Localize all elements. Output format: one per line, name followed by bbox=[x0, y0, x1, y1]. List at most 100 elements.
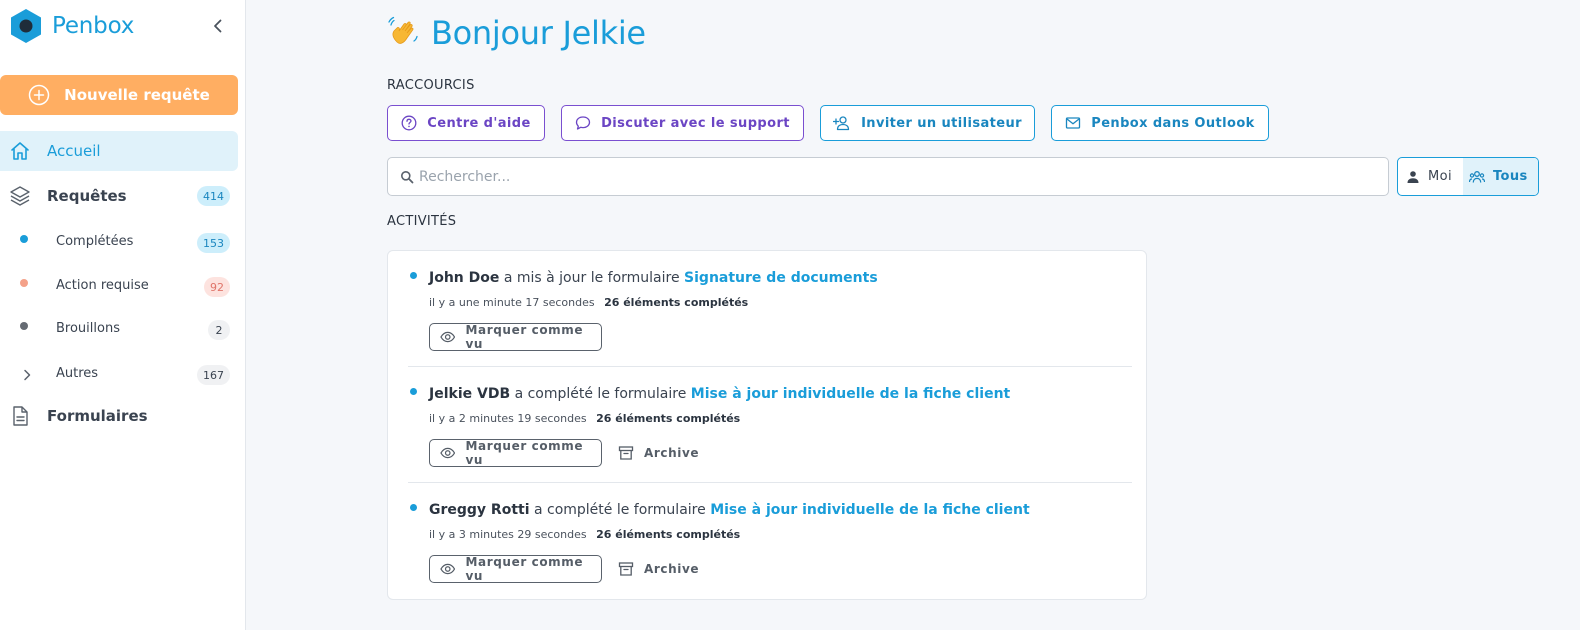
search-bar bbox=[387, 157, 1389, 196]
sidebar-item-forms[interactable]: Formulaires bbox=[0, 398, 238, 434]
activity-time: il y a une minute 17 secondes bbox=[429, 296, 595, 309]
activity-action: a complété le formulaire bbox=[533, 502, 706, 518]
user-icon bbox=[1407, 170, 1419, 183]
activity-text: John Doe a mis à jour le formulaire Sign… bbox=[429, 270, 878, 286]
chevron-left-icon bbox=[214, 19, 222, 33]
activity-item: John Doe a mis à jour le formulaire Sign… bbox=[408, 251, 1132, 367]
activity-meta: il y a 3 minutes 29 secondes 26 éléments… bbox=[429, 528, 740, 541]
plus-circle-icon bbox=[28, 84, 50, 106]
archive-box-icon bbox=[618, 562, 634, 576]
brand[interactable]: Penbox bbox=[9, 8, 134, 44]
waving-hand-icon bbox=[388, 16, 418, 44]
archive-label: Archive bbox=[644, 446, 700, 460]
activity-completed-count: 26 éléments complétés bbox=[604, 296, 749, 309]
new-request-label: Nouvelle requête bbox=[64, 86, 210, 104]
unread-dot bbox=[410, 504, 417, 511]
sidebar-item-others[interactable]: Autres 167 bbox=[0, 361, 238, 389]
activity-text: Jelkie VDB a complété le formulaire Mise… bbox=[429, 386, 1010, 402]
action-required-status-dot bbox=[20, 279, 28, 287]
sidebar-item-label: Complétées bbox=[56, 234, 134, 249]
filter-me-option[interactable]: Moi bbox=[1398, 158, 1463, 195]
sidebar-item-label: Brouillons bbox=[56, 321, 120, 336]
activity-time: il y a 2 minutes 19 secondes bbox=[429, 412, 587, 425]
search-input[interactable] bbox=[419, 158, 1379, 195]
users-group-icon bbox=[1469, 170, 1485, 183]
sidebar: Penbox Nouvelle requête Accueil Requêtes… bbox=[0, 0, 246, 630]
activity-time: il y a 3 minutes 29 secondes bbox=[429, 528, 587, 541]
filter-all-label: Tous bbox=[1493, 169, 1528, 184]
sidebar-item-label: Accueil bbox=[47, 142, 101, 160]
page-title: Bonjour Jelkie bbox=[431, 14, 646, 52]
activity-meta: il y a une minute 17 secondes 26 élément… bbox=[429, 296, 748, 309]
activities-list: John Doe a mis à jour le formulaire Sign… bbox=[387, 250, 1147, 600]
activity-item: Greggy Rotti a complété le formulaire Mi… bbox=[408, 483, 1132, 599]
sidebar-item-drafts[interactable]: Brouillons 2 bbox=[0, 316, 238, 344]
activity-form-link[interactable]: Mise à jour individuelle de la fiche cli… bbox=[710, 502, 1029, 518]
activity-form-link[interactable]: Signature de documents bbox=[684, 270, 878, 286]
activities-heading: ACTIVITÉS bbox=[387, 214, 457, 229]
mark-as-seen-button[interactable]: Marquer comme vu bbox=[429, 323, 602, 351]
layers-icon bbox=[10, 186, 30, 206]
invite-user-button[interactable]: Inviter un utilisateur bbox=[820, 105, 1035, 141]
action-required-count-badge: 92 bbox=[204, 277, 230, 297]
help-center-label: Centre d'aide bbox=[427, 115, 531, 131]
search-icon bbox=[401, 171, 414, 184]
chat-support-label: Discuter avec le support bbox=[601, 115, 790, 131]
filter-all-option[interactable]: Tous bbox=[1463, 158, 1538, 195]
activity-action: a complété le formulaire bbox=[514, 386, 687, 402]
unread-dot bbox=[410, 388, 417, 395]
sidebar-item-completed[interactable]: Complétées 153 bbox=[0, 229, 238, 257]
activity-user: John Doe bbox=[429, 270, 500, 286]
sidebar-item-label: Requêtes bbox=[47, 187, 127, 205]
greeting: Bonjour Jelkie bbox=[387, 13, 646, 53]
others-count-badge: 167 bbox=[197, 365, 230, 385]
activity-meta: il y a 2 minutes 19 secondes 26 éléments… bbox=[429, 412, 740, 425]
activity-user: Greggy Rotti bbox=[429, 502, 530, 518]
mark-as-seen-label: Marquer comme vu bbox=[465, 323, 584, 351]
sidebar-item-home[interactable]: Accueil bbox=[0, 131, 238, 171]
archive-button[interactable]: Archive bbox=[618, 555, 699, 583]
penbox-outlook-label: Penbox dans Outlook bbox=[1091, 115, 1255, 131]
archive-button[interactable]: Archive bbox=[618, 439, 699, 467]
drafts-status-dot bbox=[20, 322, 28, 330]
completed-count-badge: 153 bbox=[197, 233, 230, 253]
activity-text: Greggy Rotti a complété le formulaire Mi… bbox=[429, 502, 1030, 518]
help-circle-icon bbox=[401, 115, 417, 131]
archive-label: Archive bbox=[644, 562, 700, 576]
sidebar-item-requests[interactable]: Requêtes 414 bbox=[0, 178, 238, 214]
chevron-right-icon bbox=[24, 369, 31, 381]
requests-count-badge: 414 bbox=[197, 186, 230, 206]
chat-bubble-icon bbox=[575, 116, 591, 130]
eye-icon bbox=[440, 331, 456, 343]
sidebar-item-label: Autres bbox=[56, 366, 99, 381]
activity-item: Jelkie VDB a complété le formulaire Mise… bbox=[408, 367, 1132, 483]
completed-status-dot bbox=[20, 235, 28, 243]
mark-as-seen-label: Marquer comme vu bbox=[465, 555, 584, 583]
sidebar-item-label: Action requise bbox=[56, 278, 149, 293]
new-request-button[interactable]: Nouvelle requête bbox=[0, 75, 238, 115]
mark-as-seen-button[interactable]: Marquer comme vu bbox=[429, 555, 602, 583]
penbox-outlook-button[interactable]: Penbox dans Outlook bbox=[1051, 105, 1269, 141]
chat-support-button[interactable]: Discuter avec le support bbox=[561, 105, 804, 141]
activity-form-link[interactable]: Mise à jour individuelle de la fiche cli… bbox=[691, 386, 1010, 402]
unread-dot bbox=[410, 272, 417, 279]
mail-icon bbox=[1066, 117, 1081, 129]
activity-action: a mis à jour le formulaire bbox=[503, 270, 680, 286]
sidebar-item-action-required[interactable]: Action requise 92 bbox=[0, 273, 238, 301]
mark-as-seen-button[interactable]: Marquer comme vu bbox=[429, 439, 602, 467]
mark-as-seen-label: Marquer comme vu bbox=[465, 439, 584, 467]
invite-user-label: Inviter un utilisateur bbox=[861, 115, 1022, 131]
collapse-sidebar-button[interactable] bbox=[208, 16, 228, 36]
activity-user: Jelkie VDB bbox=[429, 386, 511, 402]
archive-box-icon bbox=[618, 446, 634, 460]
user-plus-icon bbox=[833, 116, 850, 131]
filter-me-label: Moi bbox=[1428, 169, 1452, 184]
help-center-button[interactable]: Centre d'aide bbox=[387, 105, 545, 141]
home-icon bbox=[11, 142, 29, 160]
sidebar-item-label: Formulaires bbox=[47, 407, 148, 425]
brand-name: Penbox bbox=[52, 13, 135, 39]
drafts-count-badge: 2 bbox=[208, 320, 230, 340]
document-icon bbox=[13, 406, 28, 426]
owner-filter-toggle: Moi Tous bbox=[1397, 157, 1539, 196]
penbox-logo-icon bbox=[11, 9, 41, 43]
